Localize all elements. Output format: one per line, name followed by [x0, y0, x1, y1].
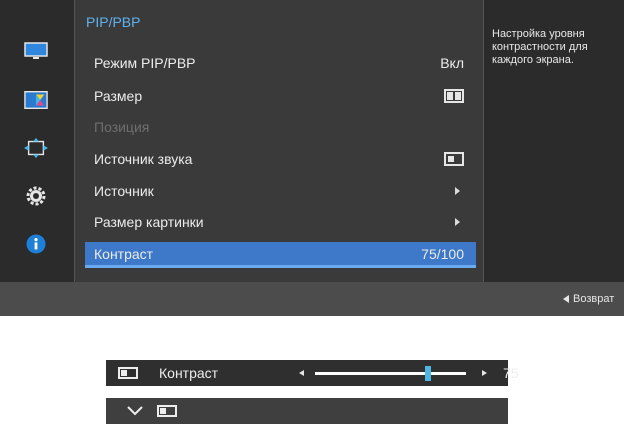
decrease-arrow-icon[interactable]: [299, 370, 304, 376]
menu-item-sound-source[interactable]: Источник звука: [85, 146, 476, 172]
menu-item-value: Вкл: [440, 55, 464, 71]
osd-footer: [0, 282, 624, 316]
pip-screen-icon[interactable]: [157, 405, 177, 417]
split-screen-icon: [444, 89, 464, 103]
sidebar: [0, 0, 74, 282]
pip-pbp-menu: PIP/PBP Режим PIP/PBP Вкл Размер Позиция…: [74, 0, 484, 282]
slider-thumb[interactable]: [425, 366, 432, 381]
information-icon[interactable]: [24, 233, 48, 255]
screen-select-bar: [106, 398, 508, 424]
menu-item-label: Источник звука: [94, 151, 193, 167]
menu-item-position: Позиция: [85, 114, 476, 140]
menu-item-size[interactable]: Размер: [85, 83, 476, 109]
picture-icon[interactable]: [24, 40, 48, 62]
pip-screen-icon: [444, 152, 464, 166]
slider-track[interactable]: [315, 366, 466, 381]
chevron-down-icon[interactable]: [126, 403, 144, 422]
chevron-right-icon: [455, 218, 460, 226]
back-arrow-icon: [563, 295, 569, 303]
increase-arrow-icon[interactable]: [482, 370, 487, 376]
menu-item-label: Размер картинки: [94, 214, 204, 230]
menu-item-pip-pbp-mode[interactable]: Режим PIP/PBP Вкл: [85, 50, 476, 76]
menu-item-label: Режим PIP/PBP: [94, 55, 196, 71]
help-description: Настройка уровня контрастности для каждо…: [492, 28, 588, 66]
slider-value: 75: [503, 365, 519, 381]
menu-item-source[interactable]: Источник: [85, 178, 476, 204]
menu-item-label: Источник: [94, 183, 154, 199]
contrast-slider-bar: Контраст 75: [106, 360, 519, 386]
settings-gear-icon[interactable]: [24, 185, 48, 207]
menu-item-label: Контраст: [94, 245, 154, 262]
chevron-right-icon: [455, 187, 460, 195]
back-button[interactable]: Возврат: [563, 293, 614, 305]
color-icon[interactable]: [24, 89, 48, 111]
slider-label: Контраст: [159, 365, 219, 381]
back-label: Возврат: [573, 293, 615, 305]
menu-item-label: Размер: [94, 88, 143, 104]
pip-pbp-icon[interactable]: [24, 137, 48, 159]
menu-item-picture-size[interactable]: Размер картинки: [85, 209, 476, 235]
menu-title: PIP/PBP: [86, 14, 141, 30]
menu-item-label: Позиция: [94, 119, 150, 135]
menu-item-contrast[interactable]: Контраст 75/100: [85, 242, 476, 268]
menu-item-value: 75/100: [421, 245, 464, 262]
pip-screen-icon: [118, 367, 138, 379]
osd-menu: PIP/PBP Режим PIP/PBP Вкл Размер Позиция…: [0, 0, 624, 316]
